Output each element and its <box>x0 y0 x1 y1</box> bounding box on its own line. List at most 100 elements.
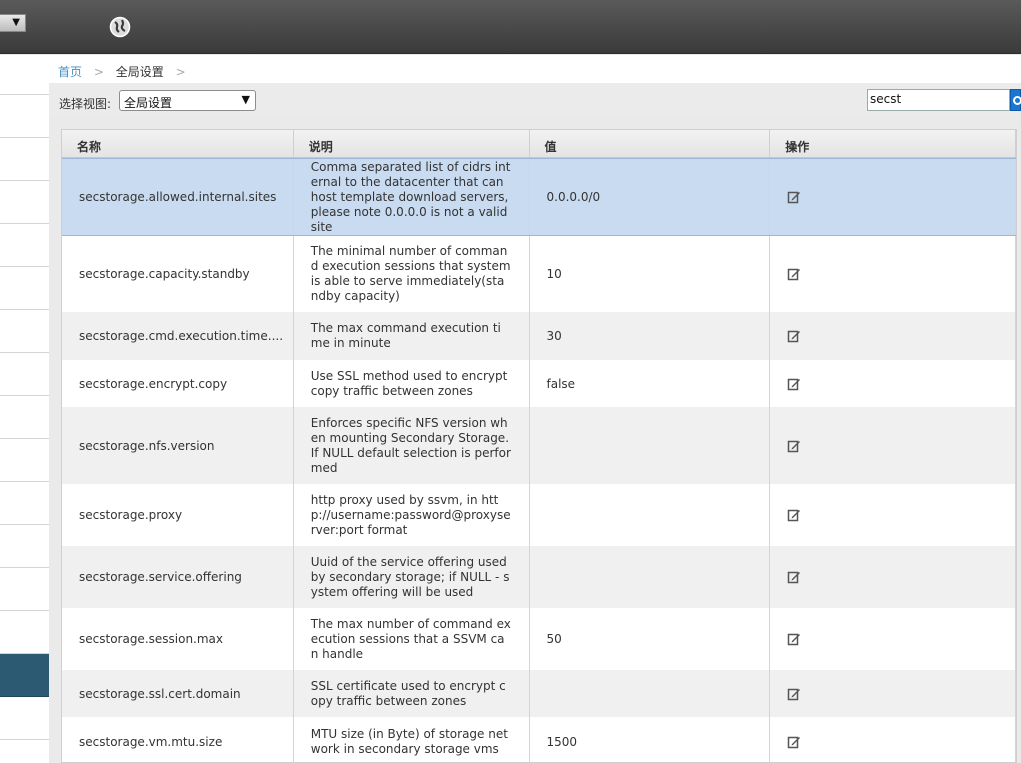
sidebar-item[interactable] <box>0 224 49 267</box>
table-row[interactable]: secstorage.nfs.version Enforces specific… <box>62 407 1016 484</box>
sidebar-item[interactable] <box>0 267 49 310</box>
setting-name: secstorage.service.offering <box>62 546 294 608</box>
table-row[interactable]: secstorage.encrypt.copy Use SSL method u… <box>62 360 1016 407</box>
sidebar-item[interactable] <box>0 439 49 482</box>
edit-icon[interactable] <box>787 377 801 391</box>
column-header-value[interactable]: 值 <box>530 130 771 157</box>
setting-name: secstorage.proxy <box>62 484 294 546</box>
setting-value: 50 <box>530 608 771 670</box>
setting-name: secstorage.encrypt.copy <box>62 360 294 407</box>
column-header-name[interactable]: 名称 <box>62 130 294 157</box>
table-row[interactable]: secstorage.session.max The max number of… <box>62 608 1016 670</box>
view-select[interactable]: 全局设置 ▼ <box>119 90 256 111</box>
sidebar-item-global-settings[interactable] <box>0 654 49 697</box>
search-input[interactable]: secst <box>867 89 1010 111</box>
setting-name: secstorage.cmd.execution.time.... <box>62 312 294 360</box>
sidebar-item[interactable] <box>0 310 49 353</box>
table-row[interactable]: secstorage.vm.mtu.size MTU size (in Byte… <box>62 717 1016 762</box>
setting-description: The max number of command execution sess… <box>294 608 530 670</box>
setting-value: 1500 <box>530 717 771 762</box>
setting-value <box>530 484 771 546</box>
table-row[interactable]: secstorage.ssl.cert.domain SSL certifica… <box>62 670 1016 717</box>
breadcrumb-current[interactable]: 全局设置 <box>116 65 164 79</box>
setting-name: secstorage.nfs.version <box>62 407 294 484</box>
setting-description: http proxy used by ssvm, in http://usern… <box>294 484 530 546</box>
setting-name: secstorage.allowed.internal.sites <box>62 159 294 235</box>
setting-value <box>530 546 771 608</box>
edit-icon[interactable] <box>787 687 801 701</box>
sidebar-item[interactable] <box>0 482 49 525</box>
action-cell <box>770 484 1016 546</box>
setting-description: Use SSL method used to encrypt copy traf… <box>294 360 530 407</box>
edit-icon[interactable] <box>787 570 801 584</box>
left-sidebar <box>0 55 49 763</box>
setting-value: 10 <box>530 236 771 312</box>
edit-icon[interactable] <box>787 329 801 343</box>
sidebar-item[interactable] <box>0 95 49 138</box>
setting-name: secstorage.ssl.cert.domain <box>62 670 294 717</box>
setting-description: Uuid of the service offering used by sec… <box>294 546 530 608</box>
setting-value: 0.0.0.0/0 <box>530 159 771 235</box>
breadcrumb-separator: > <box>93 65 104 79</box>
chevron-down-icon: ▼ <box>241 93 250 106</box>
setting-value: 30 <box>530 312 771 360</box>
breadcrumb-home-link[interactable]: 首页 <box>58 65 82 79</box>
breadcrumb: 首页 > 全局设置 > <box>49 55 1021 83</box>
sidebar-item[interactable] <box>0 396 49 439</box>
setting-name: secstorage.vm.mtu.size <box>62 717 294 762</box>
column-header-actions: 操作 <box>770 130 1016 157</box>
search-button[interactable] <box>1010 89 1021 111</box>
setting-description: The minimal number of command execution … <box>294 236 530 312</box>
table-row[interactable]: secstorage.allowed.internal.sites Comma … <box>62 158 1016 236</box>
sidebar-item[interactable] <box>0 138 49 181</box>
sidebar-item[interactable] <box>0 525 49 568</box>
action-cell <box>770 546 1016 608</box>
edit-icon[interactable] <box>787 632 801 646</box>
edit-icon[interactable] <box>787 190 801 204</box>
main-content: 首页 > 全局设置 > 选择视图: 全局设置 ▼ secst 名称 说明 值 操… <box>49 55 1021 763</box>
setting-value: false <box>530 360 771 407</box>
sidebar-item[interactable] <box>0 55 49 95</box>
sidebar-item[interactable] <box>0 611 49 654</box>
breadcrumb-separator: > <box>175 65 186 79</box>
action-cell <box>770 159 1016 235</box>
settings-table: 名称 说明 值 操作 secstorage.allowed.internal.s… <box>61 129 1017 763</box>
setting-description: SSL certificate used to encrypt copy tra… <box>294 670 530 717</box>
table-row[interactable]: secstorage.proxy http proxy used by ssvm… <box>62 484 1016 546</box>
view-select-value: 全局设置 <box>124 96 173 110</box>
project-dropdown[interactable]: ▼ <box>0 14 26 32</box>
view-select-label: 选择视图: <box>59 97 112 111</box>
sidebar-item[interactable] <box>0 568 49 611</box>
action-cell <box>770 407 1016 484</box>
setting-name: secstorage.session.max <box>62 608 294 670</box>
toolbar: 选择视图: 全局设置 ▼ secst <box>49 83 1021 117</box>
setting-name: secstorage.capacity.standby <box>62 236 294 312</box>
edit-icon[interactable] <box>787 735 801 749</box>
setting-value <box>530 407 771 484</box>
sidebar-item[interactable] <box>0 697 49 740</box>
table-row[interactable]: secstorage.service.offering Uuid of the … <box>62 546 1016 608</box>
edit-icon[interactable] <box>787 439 801 453</box>
edit-icon[interactable] <box>787 508 801 522</box>
search-icon <box>1013 96 1021 105</box>
setting-description: Comma separated list of cidrs internal t… <box>294 159 530 235</box>
top-bar: ▼ <box>0 0 1021 54</box>
setting-description: Enforces specific NFS version when mount… <box>294 407 530 484</box>
action-cell <box>770 360 1016 407</box>
table-row[interactable]: secstorage.cmd.execution.time.... The ma… <box>62 312 1016 360</box>
edit-icon[interactable] <box>787 267 801 281</box>
sidebar-item[interactable] <box>0 353 49 396</box>
setting-value <box>530 670 771 717</box>
table-header: 名称 说明 值 操作 <box>62 130 1016 158</box>
table-row[interactable]: secstorage.capacity.standby The minimal … <box>62 236 1016 312</box>
sidebar-item[interactable] <box>0 181 49 224</box>
action-cell <box>770 608 1016 670</box>
column-header-description[interactable]: 说明 <box>294 130 530 157</box>
setting-description: The max command execution time in minute <box>294 312 530 360</box>
globe-icon[interactable] <box>109 16 131 38</box>
setting-description: MTU size (in Byte) of storage network in… <box>294 717 530 762</box>
action-cell <box>770 312 1016 360</box>
action-cell <box>770 717 1016 762</box>
action-cell <box>770 670 1016 717</box>
action-cell <box>770 236 1016 312</box>
